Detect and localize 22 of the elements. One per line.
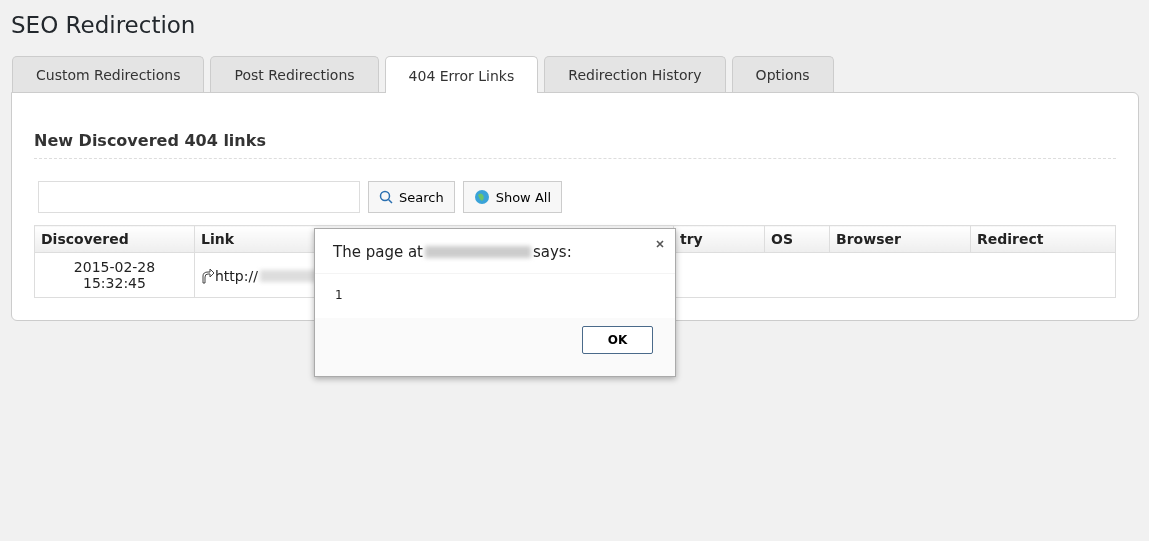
- search-icon: [379, 190, 393, 204]
- search-field[interactable]: [38, 181, 360, 213]
- redirect-arrow-icon: [201, 267, 215, 284]
- dialog-message: 1: [335, 288, 343, 302]
- link-text: http://: [215, 267, 258, 284]
- table-cell: 2015-02-28 15:32:45: [34, 252, 195, 298]
- tab[interactable]: 404 Error Links: [384, 56, 539, 93]
- tab[interactable]: Post Redirections: [210, 56, 379, 92]
- column-header: Browser: [829, 225, 971, 253]
- section-title: New Discovered 404 links: [34, 131, 266, 150]
- tab[interactable]: Redirection History: [544, 56, 726, 92]
- page-title: SEO Redirection: [11, 12, 197, 38]
- column-header: Discovered: [34, 225, 195, 253]
- ok-button[interactable]: OK: [582, 326, 653, 354]
- column-header: try: [673, 225, 765, 253]
- tab[interactable]: Options: [731, 56, 834, 92]
- globe-icon: [473, 189, 490, 205]
- column-header: Redirect: [970, 225, 1116, 253]
- column-header: OS: [764, 225, 830, 253]
- show-all-button[interactable]: Show All: [462, 181, 562, 213]
- search-button[interactable]: Search: [368, 181, 455, 213]
- tab[interactable]: Custom Redirections: [12, 56, 205, 92]
